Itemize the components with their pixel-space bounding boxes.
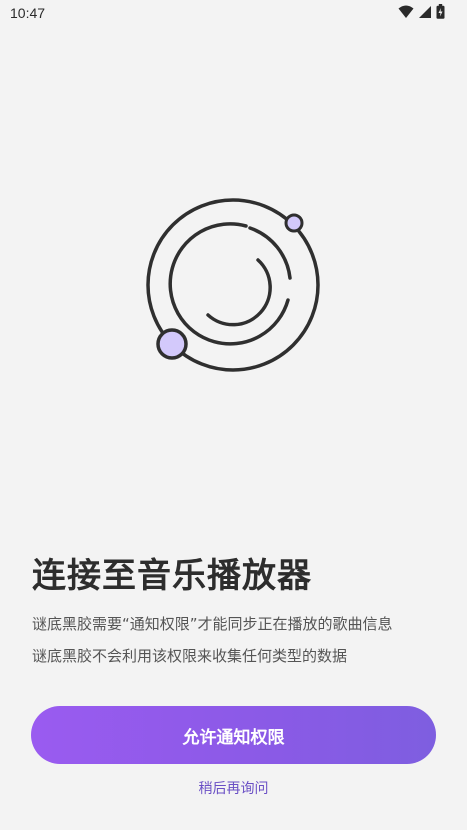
status-time: 10:47 [10, 5, 46, 21]
allow-notification-button[interactable]: 允许通知权限 [31, 706, 436, 764]
ask-later-link[interactable]: 稍后再询问 [0, 778, 467, 798]
status-icons [398, 3, 445, 23]
description-line-1: 谜底黑胶需要“通知权限”才能同步正在播放的歌曲信息 [32, 615, 393, 633]
status-bar: 10:47 [0, 0, 467, 26]
description-line-2: 谜底黑胶不会利用该权限来收集任何类型的数据 [32, 647, 348, 665]
page-title: 连接至音乐播放器 [32, 556, 312, 596]
permission-screen: 10:47 连接至音乐播放器 谜底黑胶需要“通知权限”才能同步正在播放的歌曲信息… [0, 0, 467, 830]
battery-charging-icon [436, 3, 445, 23]
wifi-icon [398, 4, 414, 23]
cellular-signal-icon [418, 4, 432, 23]
vinyl-orbit-illustration [140, 190, 330, 380]
